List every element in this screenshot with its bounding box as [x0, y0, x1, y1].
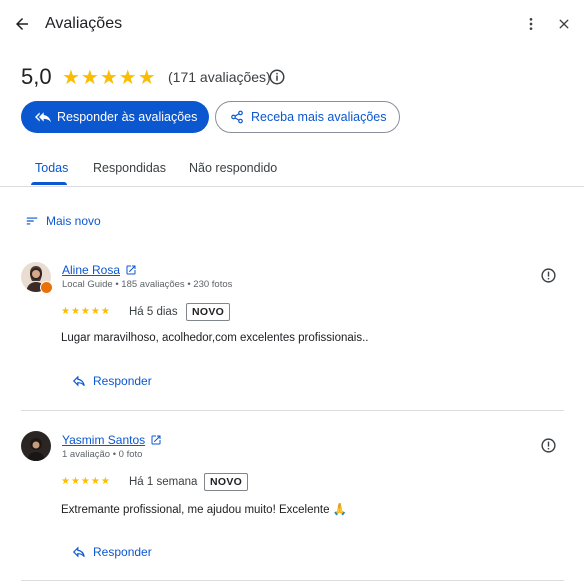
review-header: Aline Rosa [62, 263, 137, 277]
reply-label: Responder [93, 545, 152, 559]
back-button[interactable] [10, 12, 34, 36]
report-icon [540, 437, 556, 453]
review-text: Lugar maravilhoso, acolhedor,com excelen… [61, 332, 369, 344]
review-count: (171 avaliações) [168, 69, 271, 85]
new-badge: NOVO [204, 473, 249, 491]
tab-unanswered[interactable]: Não respondido [189, 161, 277, 175]
reply-button[interactable]: Responder [72, 545, 152, 559]
sort-button[interactable]: Mais novo [25, 214, 101, 228]
local-guide-badge-icon [40, 281, 53, 294]
arrow-left-icon [16, 18, 28, 30]
close-button[interactable] [552, 12, 576, 36]
more-vert-icon [529, 18, 533, 30]
reviewer-meta: 1 avaliação • 0 foto [62, 449, 143, 460]
reply-icon [72, 546, 85, 558]
review-stars: ★★★★★ [61, 306, 111, 317]
new-badge: NOVO [186, 303, 231, 321]
review-header: Yasmim Santos [62, 433, 162, 447]
share-icon [231, 110, 243, 124]
sort-icon [26, 217, 38, 225]
reply-reviews-label: Responder às avaliações [57, 110, 198, 124]
reviewer-meta: Local Guide • 185 avaliações • 230 fotos [62, 279, 233, 290]
tab-answered[interactable]: Respondidas [93, 161, 166, 175]
sort-label: Mais novo [46, 214, 101, 228]
review-stars: ★★★★★ [61, 476, 111, 487]
tabs-divider [0, 186, 584, 187]
more-options-button[interactable] [519, 12, 543, 36]
info-icon [269, 69, 285, 85]
reply-reviews-button[interactable]: Responder às avaliações [21, 101, 209, 133]
page-title: Avaliações [45, 15, 123, 32]
tab-all[interactable]: Todas [35, 161, 68, 175]
rating-stars: ★★★★★ [62, 67, 157, 89]
review-divider [21, 410, 564, 411]
info-button[interactable] [267, 67, 287, 87]
review-date: Há 5 dias [129, 306, 178, 318]
reply-label: Responder [93, 374, 152, 388]
reply-icon [72, 375, 85, 387]
active-tab-indicator [31, 182, 67, 185]
report-button[interactable] [538, 435, 558, 455]
avatar[interactable] [21, 431, 51, 461]
review-date: Há 1 semana [129, 476, 198, 488]
review-divider [21, 580, 564, 581]
reply-all-icon [35, 112, 51, 123]
reply-button[interactable]: Responder [72, 374, 152, 388]
average-rating: 5,0 [21, 64, 52, 89]
get-more-reviews-label: Receba mais avaliações [251, 110, 387, 124]
open-in-new-icon[interactable] [125, 264, 137, 276]
open-in-new-icon[interactable] [150, 434, 162, 446]
get-more-reviews-button[interactable]: Receba mais avaliações [215, 101, 400, 133]
close-icon [559, 19, 569, 29]
reviewer-name[interactable]: Yasmim Santos [62, 433, 145, 447]
reviewer-name[interactable]: Aline Rosa [62, 263, 120, 277]
report-icon [540, 267, 556, 283]
report-button[interactable] [538, 265, 558, 285]
review-text: Extremante profissional, me ajudou muito… [61, 504, 347, 516]
